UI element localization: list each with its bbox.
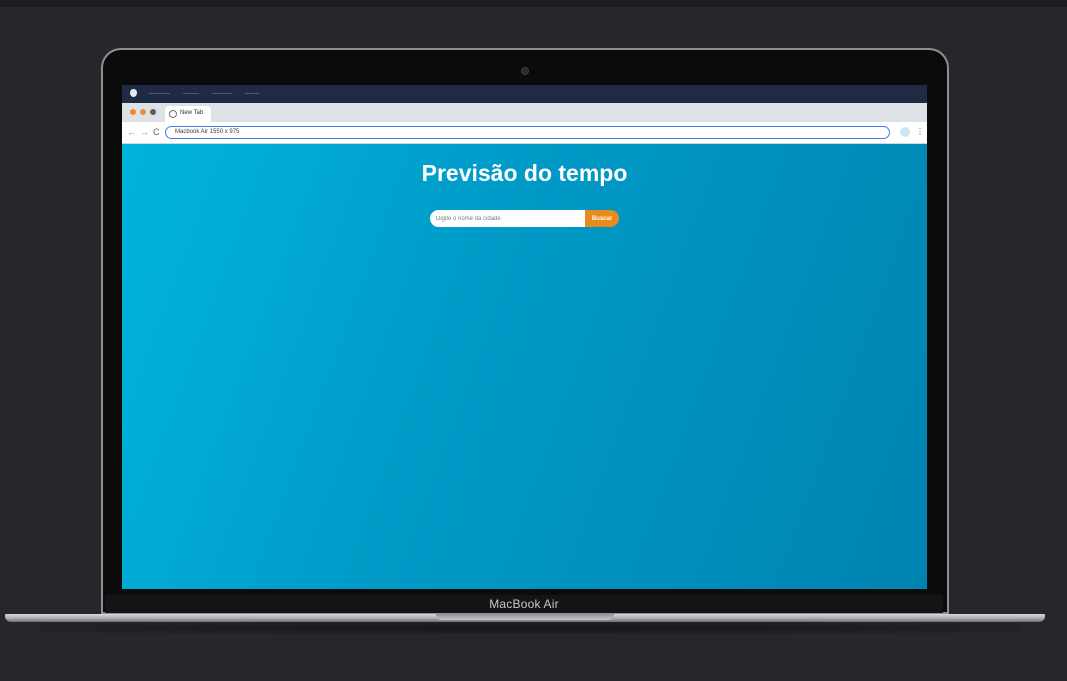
window-minimize-button[interactable]	[140, 109, 146, 115]
tab-title: New Tab	[180, 110, 204, 116]
weather-page: Previsão do tempo Buscar	[122, 144, 927, 589]
menu-item-placeholder[interactable]	[245, 93, 259, 94]
more-menu-icon[interactable]: ⋮	[916, 127, 924, 137]
address-text: Macbook Air 1550 x 975	[175, 129, 240, 135]
apple-logo-icon[interactable]	[130, 89, 137, 97]
page-top-strip	[0, 0, 1067, 7]
menu-item-placeholder[interactable]	[149, 93, 170, 94]
browser-toolbar: ← → C Macbook Air 1550 x 975 ⋮	[122, 122, 927, 144]
device-label: MacBook Air	[489, 597, 559, 611]
menu-item-placeholder[interactable]	[183, 93, 199, 94]
window-zoom-button[interactable]	[150, 109, 156, 115]
address-bar[interactable]: Macbook Air 1550 x 975	[165, 126, 890, 139]
forward-arrow-icon[interactable]: →	[140, 127, 149, 137]
page-title: Previsão do tempo	[421, 160, 628, 186]
back-arrow-icon[interactable]: ←	[127, 127, 136, 137]
macos-menu-bar	[122, 85, 927, 103]
profile-avatar-icon[interactable]	[900, 127, 910, 137]
webcam-icon	[521, 67, 529, 75]
browser-tab[interactable]: New Tab	[165, 106, 211, 122]
city-search-input[interactable]	[430, 210, 586, 227]
browser-tab-bar: New Tab	[122, 103, 927, 122]
search-button[interactable]: Buscar	[585, 210, 619, 227]
menu-item-placeholder[interactable]	[212, 93, 232, 94]
globe-icon	[169, 110, 177, 118]
laptop-base-notch	[436, 614, 614, 620]
reload-icon[interactable]: C	[153, 127, 160, 137]
laptop-screen: New Tab ← → C Macbook Air 1550 x 975 ⋮ P…	[122, 85, 927, 589]
window-close-button[interactable]	[130, 109, 136, 115]
laptop-shadow	[40, 622, 1020, 634]
